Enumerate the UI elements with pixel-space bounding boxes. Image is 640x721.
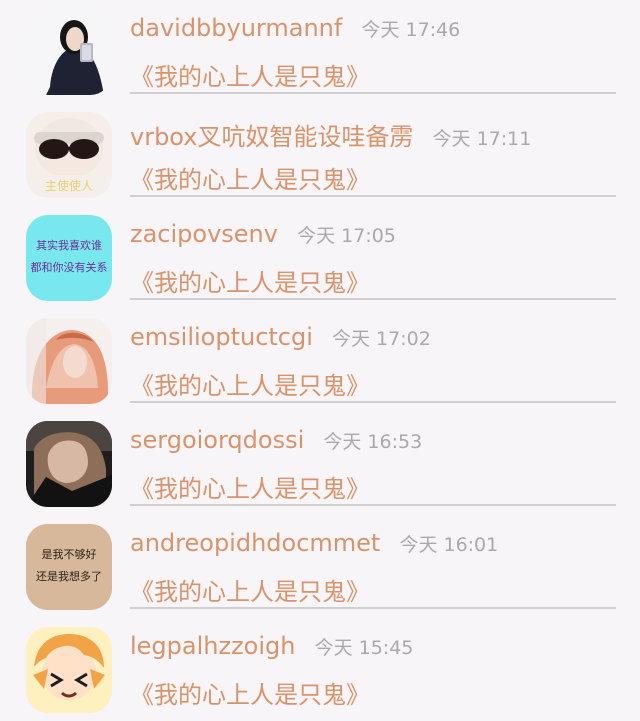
comment-item[interactable]: 其实我喜欢谁 都和你没有关系 zacipovsenv 今天 17:05 《我的心… [0, 206, 640, 309]
timestamp: 今天 17:05 [297, 225, 396, 247]
avatar-caption: 主使使人 [45, 178, 93, 193]
comment-item[interactable]: 是我不够好 还是我想多了 andreopidhdocmmet 今天 16:01 … [0, 515, 640, 618]
divider [130, 401, 616, 403]
comment-header: andreopidhdocmmet 今天 16:01 [130, 529, 498, 563]
timestamp: 今天 16:01 [399, 534, 499, 556]
avatar[interactable] [26, 627, 112, 713]
timestamp: 今天 15:45 [314, 637, 414, 659]
avatar-sunglasses-image: 主使使人 [26, 112, 112, 198]
username[interactable]: zacipovsenv [130, 220, 278, 248]
comment-header: emsilioptuctcgi 今天 17:02 [130, 323, 431, 357]
divider [130, 92, 616, 94]
comment-header: vrbox叉吭奴智能设哇备雳 今天 17:11 [130, 117, 531, 151]
avatar[interactable]: 主使使人 [26, 112, 112, 198]
comment-item[interactable]: 主使使人 vrbox叉吭奴智能设哇备雳 今天 17:11 《我的心上人是只鬼》 [0, 103, 640, 206]
comment-header: legpalhzzoigh 今天 15:45 [130, 632, 413, 666]
avatar[interactable]: 其实我喜欢谁 都和你没有关系 [26, 215, 112, 301]
comment-item[interactable]: davidbbyurmannf 今天 17:46 《我的心上人是只鬼》 [0, 0, 640, 103]
comment-text: 《我的心上人是只鬼》 [130, 475, 370, 503]
username[interactable]: sergoiorqdossi [130, 426, 304, 454]
comment-item[interactable]: emsilioptuctcgi 今天 17:02 《我的心上人是只鬼》 [0, 309, 640, 412]
avatar[interactable] [26, 9, 112, 95]
avatar-handwriting-image: 是我不够好 还是我想多了 [26, 524, 112, 610]
username[interactable]: emsilioptuctcgi [130, 323, 313, 351]
timestamp: 今天 16:53 [323, 431, 423, 453]
comment-text: 《我的心上人是只鬼》 [130, 166, 370, 194]
timestamp: 今天 17:46 [361, 19, 461, 41]
avatar[interactable]: 是我不够好 还是我想多了 [26, 524, 112, 610]
comment-header: sergoiorqdossi 今天 16:53 [130, 426, 422, 460]
timestamp: 今天 17:02 [332, 328, 431, 350]
avatar-text-image: 其实我喜欢谁 都和你没有关系 [26, 215, 112, 301]
avatar-redhair-image [26, 318, 112, 404]
avatar-text-line-1: 是我不够好 [42, 547, 97, 561]
avatar-text-line-1: 其实我喜欢谁 [36, 238, 102, 252]
username[interactable]: andreopidhdocmmet [130, 529, 380, 557]
avatar-text-line-2: 都和你没有关系 [31, 260, 108, 274]
comment-item[interactable]: sergoiorqdossi 今天 16:53 《我的心上人是只鬼》 [0, 412, 640, 515]
divider [130, 298, 616, 300]
comment-text: 《我的心上人是只鬼》 [130, 578, 370, 606]
comment-text: 《我的心上人是只鬼》 [130, 269, 370, 297]
username[interactable]: davidbbyurmannf [130, 14, 342, 42]
timestamp: 今天 17:11 [432, 128, 532, 150]
avatar-dark-photo-image [26, 421, 112, 507]
comment-text: 《我的心上人是只鬼》 [130, 681, 370, 709]
divider [130, 607, 616, 609]
avatar-selfie-image [26, 9, 112, 95]
username[interactable]: legpalhzzoigh [130, 632, 295, 660]
comment-header: davidbbyurmannf 今天 17:46 [130, 14, 460, 48]
comment-header: zacipovsenv 今天 17:05 [130, 220, 396, 254]
divider [130, 195, 616, 197]
username[interactable]: vrbox叉吭奴智能设哇备雳 [130, 123, 413, 151]
comment-text: 《我的心上人是只鬼》 [130, 63, 370, 91]
avatar-cartoon-image [26, 627, 112, 713]
comment-item[interactable]: legpalhzzoigh 今天 15:45 《我的心上人是只鬼》 [0, 618, 640, 721]
avatar-text-line-2: 还是我想多了 [36, 569, 102, 583]
comment-list: davidbbyurmannf 今天 17:46 《我的心上人是只鬼》 主使使人… [0, 0, 640, 713]
avatar[interactable] [26, 421, 112, 507]
comment-text: 《我的心上人是只鬼》 [130, 372, 370, 400]
divider [130, 504, 616, 506]
avatar[interactable] [26, 318, 112, 404]
